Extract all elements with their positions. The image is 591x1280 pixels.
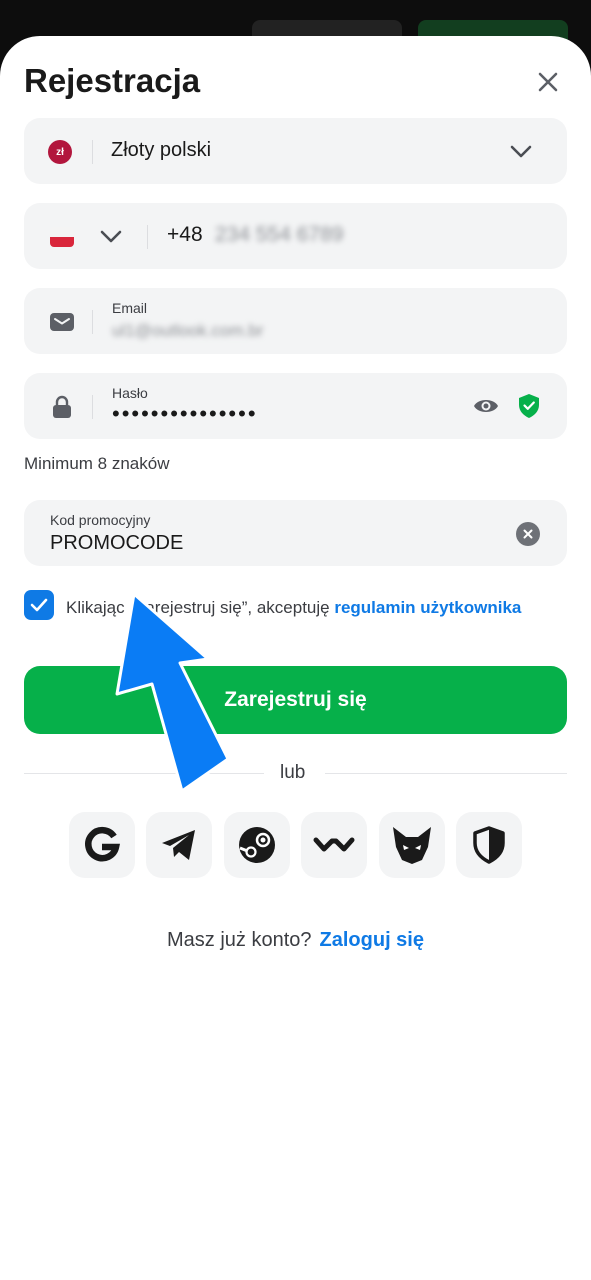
terms-text: Klikając „Zarejestruj się”, akceptuję re… (66, 595, 536, 620)
phone-field[interactable]: +48 234 554 6789 (24, 203, 567, 269)
telegram-login-button[interactable] (146, 812, 212, 878)
close-icon (538, 72, 558, 92)
clear-icon (523, 529, 533, 539)
steam-icon (239, 827, 275, 863)
mail-icon (50, 313, 74, 331)
divider-text: lub (280, 762, 306, 783)
login-question: Masz już konto? (167, 929, 312, 951)
divider-line (325, 773, 567, 774)
email-label: Email (112, 300, 148, 316)
close-button[interactable] (530, 64, 566, 100)
google-login-button[interactable] (69, 812, 135, 878)
modal-title: Rejestracja (24, 62, 201, 99)
phone-number-input[interactable]: 234 554 6789 (215, 223, 343, 247)
login-prompt: Masz już konto? Zaloguj się (0, 929, 591, 952)
field-separator (92, 395, 93, 419)
google-icon (85, 827, 121, 862)
field-separator (147, 225, 148, 249)
checkmark-icon (30, 598, 48, 612)
country-dropdown-chevron-icon[interactable] (98, 225, 124, 247)
walletconnect-icon (313, 837, 355, 852)
registration-modal: Rejestracja zł Złoty polski +48 234 554 … (0, 36, 591, 1280)
divider-line (24, 773, 264, 774)
phone-prefix: +48 (167, 223, 203, 246)
metamask-login-button[interactable] (379, 812, 445, 878)
lock-icon (53, 395, 71, 418)
login-link[interactable]: Zaloguj się (320, 929, 424, 951)
field-separator (92, 140, 93, 164)
promo-code-label: Kod promocyjny (50, 512, 151, 528)
register-button[interactable]: Zarejestruj się (24, 666, 567, 734)
currency-select[interactable]: zł Złoty polski (24, 118, 567, 184)
email-field[interactable]: Email ul1@outlook.com.br (24, 288, 567, 354)
terms-checkbox[interactable] (24, 590, 54, 620)
wallet-login-button[interactable] (456, 812, 522, 878)
currency-value: Złoty polski (111, 139, 212, 161)
walletconnect-login-button[interactable] (301, 812, 367, 878)
shield-check-icon (519, 394, 539, 418)
password-input[interactable]: ••••••••••••••• (112, 403, 258, 425)
password-label: Hasło (112, 385, 148, 401)
metamask-icon (393, 827, 431, 864)
shield-icon (473, 826, 505, 864)
poland-flag-icon (50, 227, 74, 247)
promo-code-input[interactable]: PROMOCODE (50, 532, 183, 555)
chevron-down-icon (510, 145, 532, 158)
password-field[interactable]: Hasło ••••••••••••••• (24, 373, 567, 439)
field-separator (92, 310, 93, 334)
currency-badge-icon: zł (48, 140, 72, 164)
telegram-icon (162, 830, 195, 860)
password-hint: Minimum 8 znaków (24, 454, 170, 473)
terms-text-prefix: Klikając „Zarejestruj się”, akceptuję (66, 598, 335, 617)
promo-code-field[interactable]: Kod promocyjny PROMOCODE (24, 500, 567, 566)
terms-link[interactable]: regulamin użytkownika (334, 598, 521, 617)
clear-promo-button[interactable] (516, 522, 540, 546)
steam-login-button[interactable] (224, 812, 290, 878)
eye-icon[interactable] (473, 395, 499, 417)
email-input[interactable]: ul1@outlook.com.br (112, 321, 263, 341)
